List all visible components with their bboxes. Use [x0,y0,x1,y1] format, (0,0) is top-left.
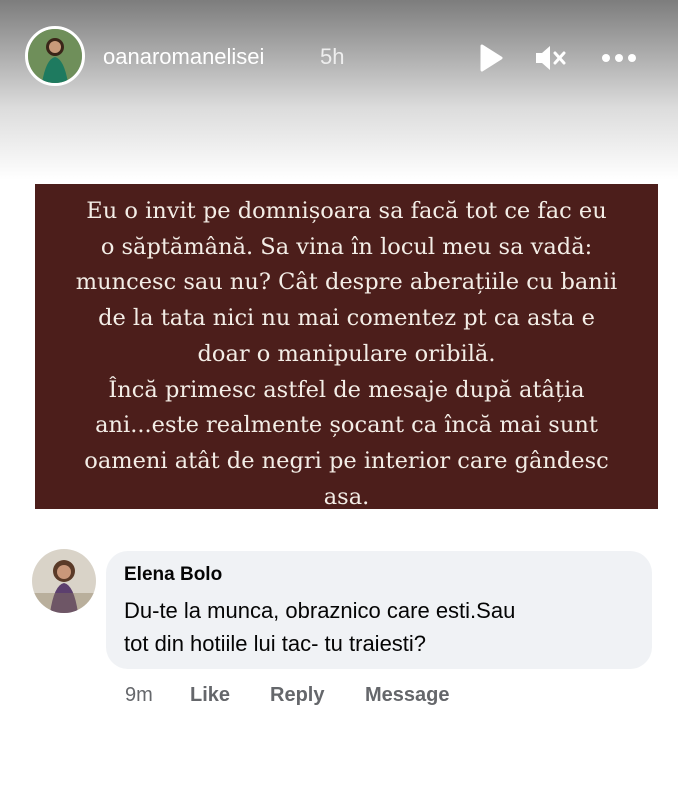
story-username[interactable]: oanaromanelisei [103,44,264,70]
message-button[interactable]: Message [365,684,450,707]
commenter-photo [32,549,96,613]
commenter-avatar[interactable] [32,549,96,613]
quote-box: Eu o invit pe domnișoara sa facă tot ce … [35,184,658,510]
quote-text: Eu o invit pe domnișoara sa facă tot ce … [75,198,618,510]
profile-photo [28,29,82,83]
more-horizontal-icon [602,54,636,62]
profile-avatar[interactable] [25,26,85,86]
play-button[interactable] [472,40,508,76]
reply-button[interactable]: Reply [270,684,324,707]
volume-muted-icon [536,46,566,70]
like-button[interactable]: Like [190,684,230,707]
story-header [0,0,678,180]
mute-button[interactable] [532,40,568,76]
comment-time: 9m [125,684,153,706]
more-options-button[interactable] [601,40,637,76]
comment-text: Du-te la munca, obraznico care esti.Sau … [124,598,516,656]
commenter-name[interactable]: Elena Bolo [124,564,222,586]
story-timestamp: 5h [320,44,345,69]
play-icon [480,44,503,72]
